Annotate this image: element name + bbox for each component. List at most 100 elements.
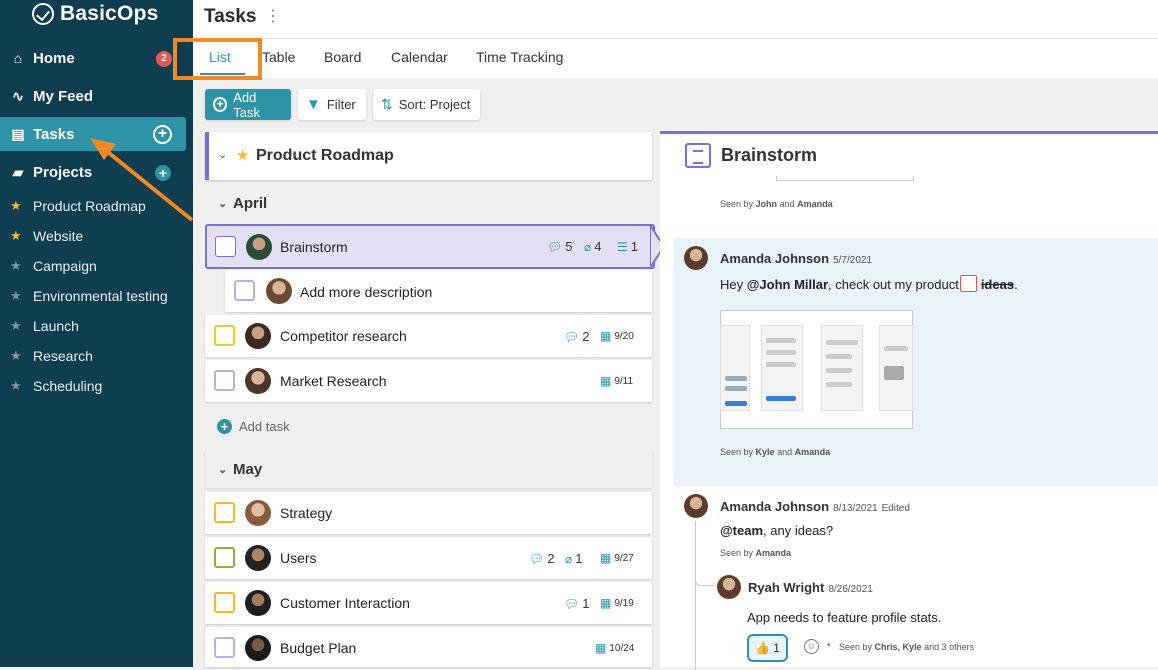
sort-button[interactable]: ⇅ Sort: Project [373,89,480,120]
inline-checkbox[interactable] [959,275,977,292]
task-name: Brainstorm [280,239,348,255]
table-row[interactable]: Brainstorm 💬︎ 5 ⌀ 4 ☰ 1 [205,224,655,269]
comment-text: @team, any ideas? [720,523,833,538]
due-date[interactable]: ▦ 10/24 [595,641,634,655]
attachment-count-value: 1 [575,551,583,566]
text: . [1014,277,1018,292]
filter-label: Filter [326,97,356,112]
project-label: Scheduling [33,378,103,394]
table-row[interactable]: Market Research ▦ 9/11 [205,360,652,402]
task-checkbox[interactable] [214,592,235,613]
brand-name: BasicOps [60,2,159,25]
comment-count[interactable]: 💬︎ 2 [564,329,589,344]
task-checkbox[interactable] [214,325,235,346]
add-reaction-icon[interactable]: ☺ [804,639,819,654]
more-options-icon[interactable]: ⋮ [265,6,281,26]
attachment-count[interactable]: ⌀ 1 [565,551,582,566]
star-icon[interactable]: ★ [236,146,249,164]
table-row[interactable]: Competitor research 💬︎ 2 ▦ 9/20 [205,315,652,357]
seen-name: Chris, Kyle [874,642,922,652]
star-icon[interactable]: ★ [10,258,22,274]
task-checkbox[interactable] [214,637,235,658]
mention[interactable]: @John Millar [747,277,828,292]
mention[interactable]: @team [720,523,763,538]
chevron-down-icon[interactable]: ⌄ [218,197,227,210]
nav-projects-label: Projects [33,163,93,181]
avatar[interactable] [266,278,292,304]
reaction-thumbs-up[interactable]: 👍 1 [747,634,788,662]
avatar[interactable] [245,635,271,661]
calendar-icon: ▦ [600,374,612,388]
group-header[interactable]: ⌄ May [205,451,652,488]
star-icon[interactable]: ★ [10,348,22,364]
add-task-plus-icon[interactable]: + [153,125,172,144]
subtask-row[interactable]: Add more description [225,270,652,312]
calendar-icon: ▦ [600,551,612,565]
avatar[interactable] [246,234,272,260]
seen-and: and 3 others [924,642,975,652]
image-attachment[interactable] [720,310,913,429]
group-header[interactable]: ⌄ April [205,185,652,222]
chevron-down-icon[interactable]: ⌄ [218,148,227,161]
task-name: Add more description [300,284,433,300]
seen-by: Seen by Kyle and Amanda [720,447,830,457]
task-checkbox[interactable] [214,370,235,391]
star-icon[interactable]: ★ [10,318,22,334]
avatar[interactable] [684,494,708,518]
table-row[interactable]: Customer Interaction 💬︎ 1 ▦ 9/19 [205,582,652,624]
add-project-plus-icon[interactable]: + [155,165,171,181]
star-icon[interactable]: ★ [10,378,22,394]
task-checkbox[interactable] [214,502,235,523]
avatar[interactable] [245,590,271,616]
author-name: Ryah Wright [748,580,825,595]
add-task-link[interactable]: + Add task [217,419,290,434]
due-date[interactable]: ▦ 9/11 [600,374,633,388]
task-checkbox[interactable] [214,547,235,568]
nav-tasks[interactable]: ▤ Tasks + [0,117,186,151]
tab-board[interactable]: Board [324,49,361,65]
tab-table[interactable]: Table [262,49,295,65]
text: Hey [720,277,747,292]
folder-icon: ▰ [12,163,24,180]
table-row[interactable]: Users 💬︎ 2 ⌀ 1 ▦ 9/27 [205,537,652,579]
seen-prefix: Seen by [720,548,754,558]
avatar[interactable] [684,246,708,270]
tab-calendar[interactable]: Calendar [391,49,448,65]
due-date[interactable]: ▦ 9/19 [600,596,634,610]
view-tabs: List Table Board Calendar Time Tracking [193,39,1158,78]
tab-time-tracking[interactable]: Time Tracking [476,49,563,65]
filter-button[interactable]: ▼ Filter [298,89,366,120]
star-icon[interactable]: ★ [10,228,22,244]
nav-my-feed[interactable]: ∿ My Feed [0,79,193,113]
project-label: Launch [33,318,79,334]
attachment-count[interactable]: ⌀ 4 [584,239,601,254]
star-icon[interactable]: ★ [10,198,22,214]
task-type-icon[interactable] [215,236,236,257]
page-title: Tasks [204,6,257,27]
nav-home[interactable]: ⌂ Home 2 [0,41,193,75]
task-checkbox[interactable] [234,280,255,301]
add-task-button[interactable]: + Add Task [205,89,291,120]
comment-author: Amanda Johnson 8/13/2021 Edited [720,499,910,514]
subtask-count-value: 1 [630,239,638,254]
comment-count[interactable]: 💬︎ 2 [529,551,554,566]
comment-count[interactable]: 💬︎ 5 [547,239,572,254]
avatar[interactable] [245,500,271,526]
avatar[interactable] [245,368,271,394]
due-date[interactable]: ▦ 9/27 [600,551,634,565]
table-row[interactable]: Budget Plan ▦ 10/24 [205,627,652,667]
nav-projects[interactable]: ▰ Projects + [0,155,193,189]
table-row[interactable]: Strategy [205,492,652,534]
seen-by: Seen by John and Amanda [720,199,833,209]
avatar[interactable] [717,575,741,599]
brand-logo[interactable]: BasicOps [32,2,158,26]
chevron-down-icon[interactable]: ⌄ [218,463,227,476]
avatar[interactable] [245,323,271,349]
due-date[interactable]: ▦ 9/20 [600,329,634,343]
star-icon[interactable]: ★ [10,288,22,304]
avatar[interactable] [245,545,271,571]
subtask-count[interactable]: ☰ 1 [617,239,638,254]
project-header[interactable]: ⌄ ★ Product Roadmap [205,132,652,180]
comment-count[interactable]: 💬︎ 1 [564,596,589,611]
seen-by: Seen by Amanda [720,548,791,558]
